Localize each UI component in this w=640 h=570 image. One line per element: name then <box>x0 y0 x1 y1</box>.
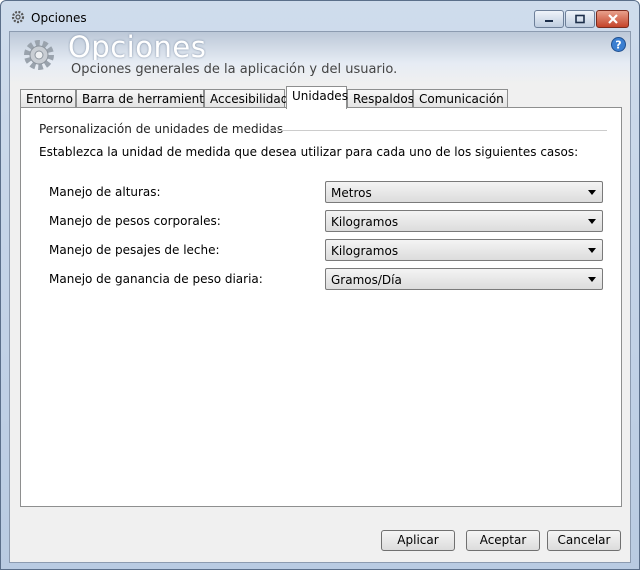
milk-weight-unit-value: Kilogramos <box>331 244 399 258</box>
body-weight-unit-select[interactable]: Kilogramos <box>325 210 603 232</box>
chevron-down-icon <box>588 248 596 253</box>
milk-weight-unit-label: Manejo de pesajes de leche: <box>49 243 220 257</box>
milk-weight-unit-select[interactable]: Kilogramos <box>325 239 603 261</box>
client-area: Opciones Opciones generales de la aplica… <box>9 30 631 563</box>
height-unit-label: Manejo de alturas: <box>49 185 161 199</box>
cancel-button[interactable]: Cancelar <box>547 530 621 551</box>
options-window: Opciones Opciones Opciones generales de … <box>0 0 640 570</box>
tab-entorno[interactable]: Entorno <box>20 89 76 108</box>
gear-icon <box>11 10 25 24</box>
units-intro: Establezca la unidad de medida que desea… <box>39 145 579 159</box>
close-icon <box>607 14 618 24</box>
tab-label: Entorno <box>26 92 73 106</box>
tab-label: Respaldos <box>353 92 414 106</box>
daily-gain-unit-label: Manejo de ganancia de peso diaria: <box>49 272 263 286</box>
minimize-icon <box>545 20 553 22</box>
maximize-icon <box>575 14 585 24</box>
height-unit-select[interactable]: Metros <box>325 181 603 203</box>
svg-text:?: ? <box>615 39 621 52</box>
units-panel: Personalización de unidades de medidas E… <box>20 107 622 507</box>
tab-comunicacion[interactable]: Comunicación <box>413 89 508 108</box>
body-weight-unit-value: Kilogramos <box>331 215 399 229</box>
group-title: Personalización de unidades de medidas <box>39 122 284 136</box>
apply-button[interactable]: Aplicar <box>381 530 455 551</box>
accept-button[interactable]: Aceptar <box>466 530 540 551</box>
maximize-button[interactable] <box>565 10 595 28</box>
daily-gain-unit-select[interactable]: Gramos/Día <box>325 268 603 290</box>
tab-respaldos[interactable]: Respaldos <box>347 89 414 108</box>
window-title: Opciones <box>31 11 87 25</box>
gear-icon <box>24 40 54 70</box>
close-button[interactable] <box>596 10 629 28</box>
tab-accesibilidad[interactable]: Accesibilidad <box>204 89 289 108</box>
chevron-down-icon <box>588 219 596 224</box>
body-weight-unit-label: Manejo de pesos corporales: <box>49 214 221 228</box>
chevron-down-icon <box>588 277 596 282</box>
tab-label: Accesibilidad <box>210 92 289 106</box>
header-title: Opciones <box>68 30 207 60</box>
header-subtitle: Opciones generales de la aplicación y de… <box>71 62 398 77</box>
help-icon[interactable]: ? <box>611 37 626 52</box>
minimize-button[interactable] <box>534 10 564 28</box>
dialog-header: Opciones Opciones generales de la aplica… <box>10 30 630 84</box>
tab-label: Unidades <box>292 89 348 103</box>
group-divider <box>269 130 607 131</box>
chevron-down-icon <box>588 190 596 195</box>
title-bar[interactable]: Opciones <box>1 1 639 31</box>
daily-gain-unit-value: Gramos/Día <box>331 273 402 287</box>
tab-barra-herramientas[interactable]: Barra de herramientas <box>76 89 218 108</box>
tab-unidades[interactable]: Unidades <box>286 86 348 109</box>
tab-label: Barra de herramientas <box>82 92 218 106</box>
tab-label: Comunicación <box>419 92 504 106</box>
height-unit-value: Metros <box>331 186 372 200</box>
